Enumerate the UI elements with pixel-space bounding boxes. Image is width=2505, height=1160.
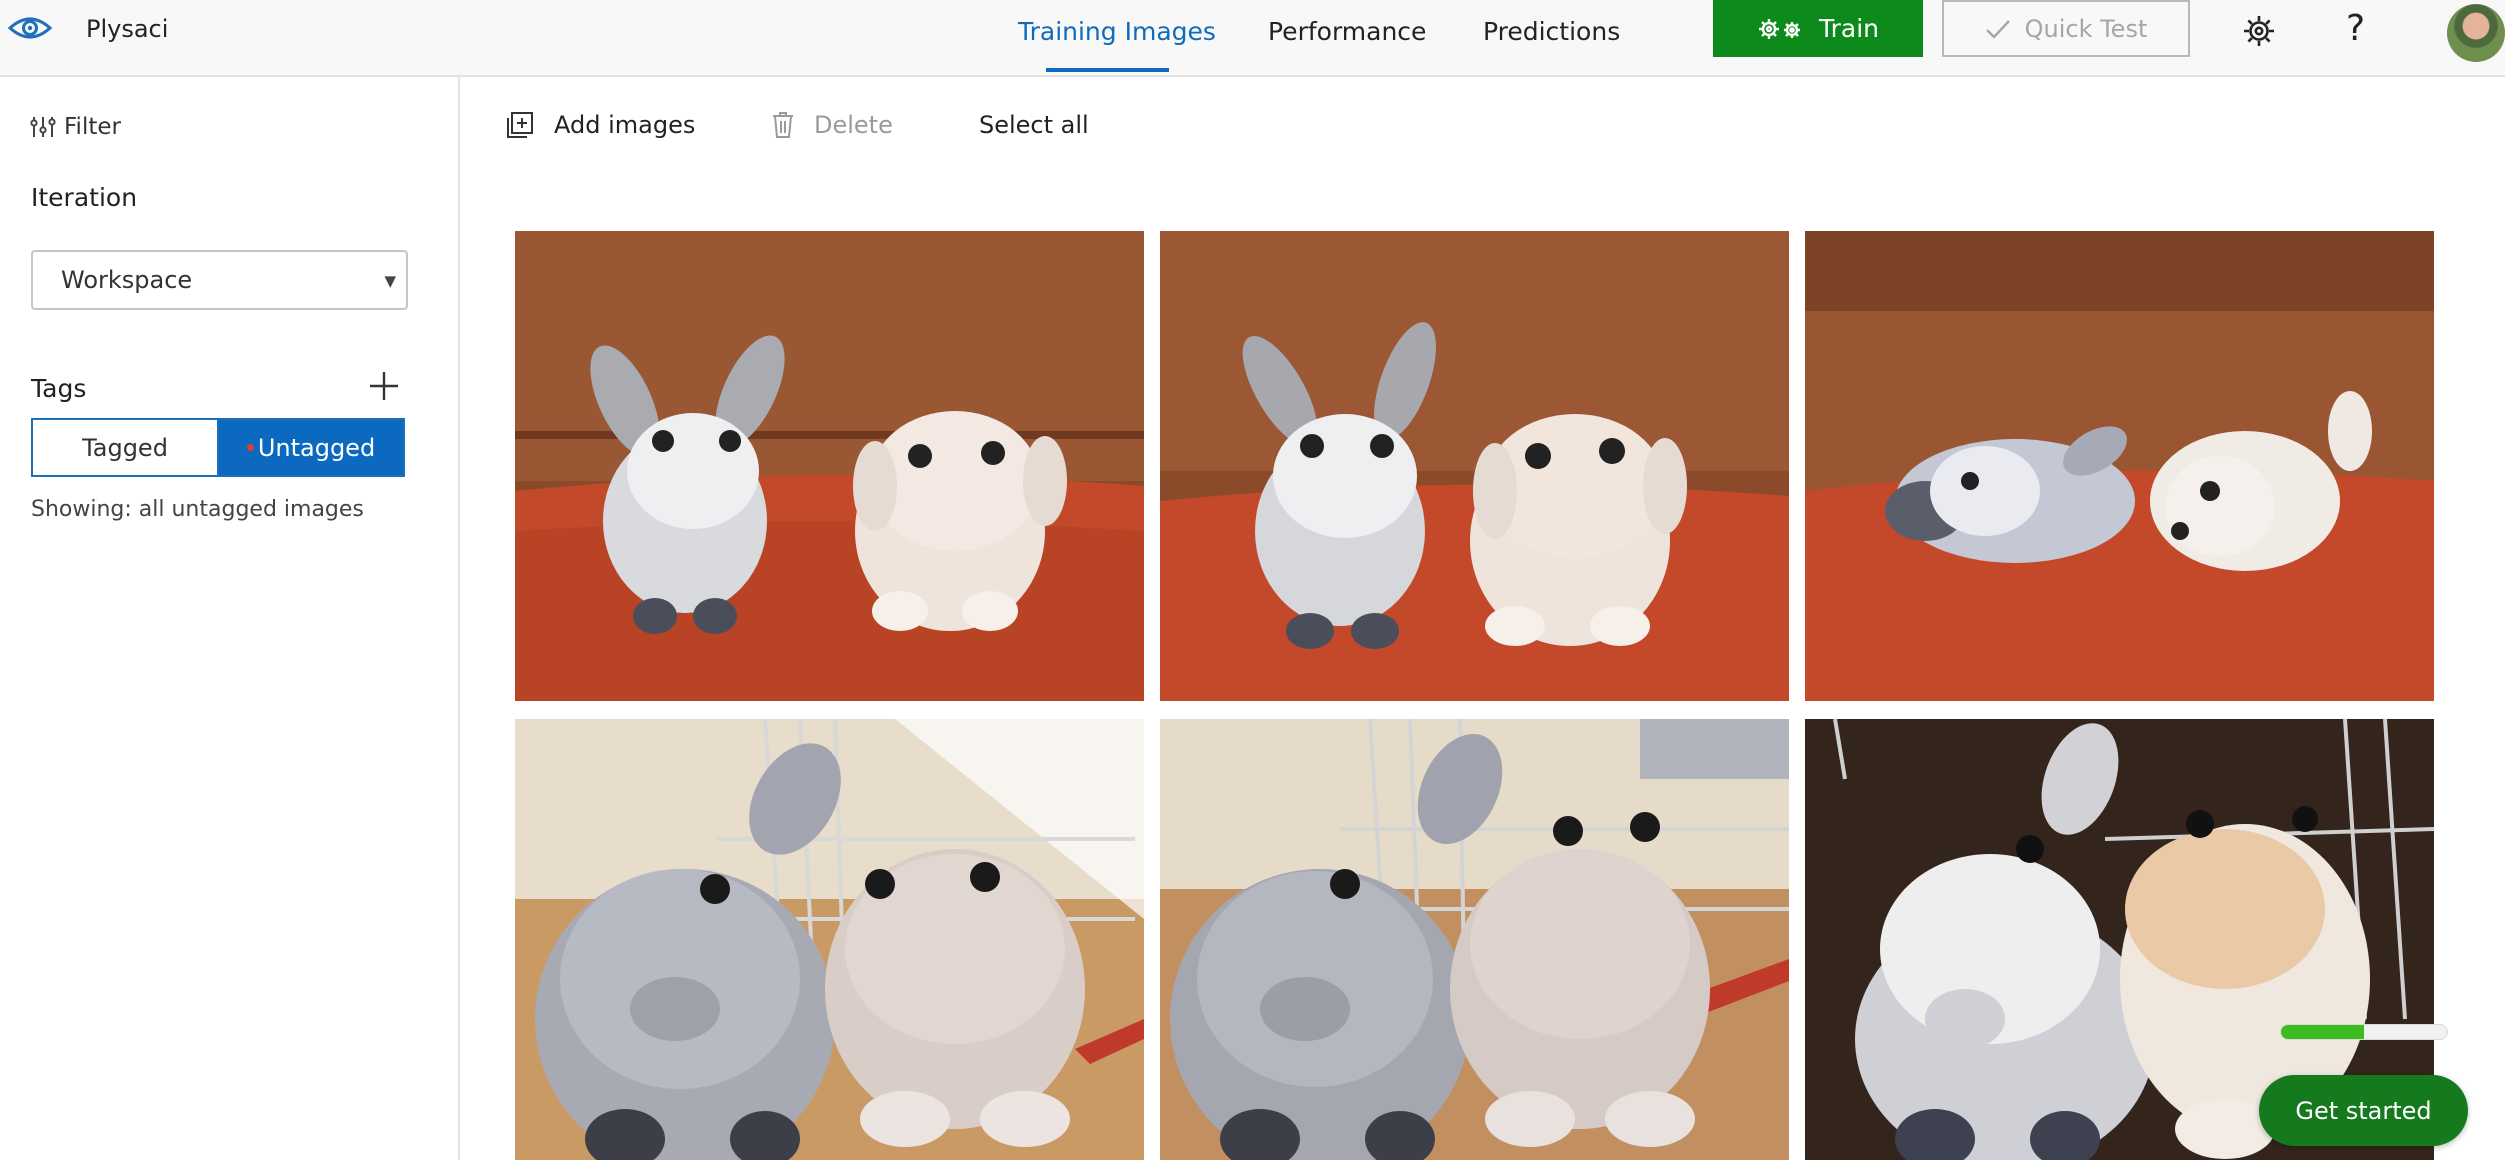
iteration-select[interactable]: Workspace ▼ [31, 250, 408, 310]
iteration-heading: Iteration [31, 183, 138, 212]
training-image[interactable] [1160, 719, 1789, 1160]
get-started-label: Get started [2295, 1096, 2432, 1125]
tab-training-images[interactable]: Training Images [1018, 17, 1216, 46]
tagged-label: Tagged [82, 433, 168, 462]
onboarding-progress-bar [2280, 1024, 2448, 1040]
plush-toys-photo [515, 231, 1144, 701]
tagged-toggle-button[interactable]: Tagged [33, 420, 219, 475]
tags-heading: Tags [31, 374, 87, 403]
plush-toys-photo [1160, 231, 1789, 701]
plush-toys-photo [1160, 719, 1789, 1160]
filter-label: Filter [64, 114, 121, 140]
train-button[interactable]: Train [1713, 0, 1923, 57]
tab-performance[interactable]: Performance [1268, 17, 1426, 46]
onboarding-progress-fill [2281, 1025, 2364, 1039]
training-image[interactable] [515, 231, 1144, 701]
untagged-dot-icon [246, 444, 254, 451]
quick-test-label: Quick Test [2024, 14, 2148, 43]
avatar[interactable] [2447, 4, 2505, 62]
check-icon [1985, 19, 2010, 39]
delete-button[interactable]: Delete [772, 111, 893, 139]
active-tab-indicator [1046, 68, 1169, 72]
select-all-label: Select all [979, 111, 1089, 139]
settings-gear-icon[interactable] [2241, 13, 2277, 49]
untagged-label: Untagged [257, 433, 376, 462]
help-icon[interactable]: ? [2346, 8, 2365, 49]
tab-predictions[interactable]: Predictions [1483, 17, 1620, 46]
delete-label: Delete [814, 111, 893, 139]
select-all-button[interactable]: Select all [979, 111, 1089, 139]
add-images-button[interactable]: Add images [506, 111, 695, 139]
gears-icon [1759, 18, 1800, 39]
training-image[interactable] [515, 719, 1144, 1160]
get-started-button[interactable]: Get started [2259, 1075, 2468, 1146]
training-image[interactable] [1805, 231, 2434, 701]
add-images-icon [507, 112, 533, 138]
training-image[interactable] [1160, 231, 1789, 701]
plush-toys-photo [515, 719, 1144, 1160]
add-images-label: Add images [554, 111, 696, 139]
showing-status-text: Showing: all untagged images [31, 497, 364, 522]
train-label: Train [1819, 14, 1879, 43]
project-name[interactable]: Plysaci [86, 15, 168, 43]
filter-button[interactable]: Filter [30, 114, 121, 140]
iteration-select-value: Workspace [61, 266, 193, 294]
chevron-down-icon: ▼ [384, 272, 396, 290]
add-tag-plus-icon[interactable] [366, 368, 402, 404]
top-bar: Plysaci Training Images Performance Pred… [0, 0, 2505, 77]
tag-filter-toggle: Tagged Untagged [31, 418, 405, 477]
eye-icon[interactable] [6, 8, 54, 48]
plush-toys-photo [1805, 231, 2434, 701]
quick-test-button[interactable]: Quick Test [1942, 0, 2190, 57]
untagged-toggle-button[interactable]: Untagged [219, 420, 403, 475]
filter-sliders-icon [30, 117, 56, 137]
trash-icon [773, 112, 793, 138]
sidebar: Filter Iteration Workspace ▼ Tags Tagged… [0, 77, 460, 1160]
